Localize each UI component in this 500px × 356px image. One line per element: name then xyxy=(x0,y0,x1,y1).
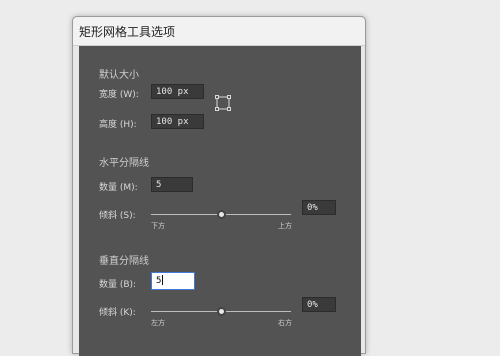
vertical-count-label: 数量 (B): xyxy=(99,280,137,290)
section-title-default-size: 默认大小 xyxy=(99,70,139,81)
title-bar[interactable]: 矩形网格工具选项 xyxy=(73,17,365,46)
dialog-window: 矩形网格工具选项 默认大小 宽度 (W): 100 px 高度 (H): 100… xyxy=(72,16,366,356)
width-field[interactable]: 100 px xyxy=(151,84,204,99)
horizontal-skew-label: 倾斜 (S): xyxy=(99,211,136,221)
vertical-count-field[interactable]: 5 xyxy=(151,272,195,290)
horizontal-skew-field[interactable]: 0% xyxy=(302,200,336,215)
window-title: 矩形网格工具选项 xyxy=(79,25,176,39)
options-panel: 默认大小 宽度 (W): 100 px 高度 (H): 100 px 水平分隔线… xyxy=(79,46,361,356)
section-title-horizontal-dividers: 水平分隔线 xyxy=(99,158,149,169)
vertical-skew-min-label: 左方 xyxy=(151,319,165,327)
height-field[interactable]: 100 px xyxy=(151,114,204,129)
section-title-vertical-dividers: 垂直分隔线 xyxy=(99,256,149,267)
horizontal-skew-min-label: 下方 xyxy=(151,222,165,230)
vertical-skew-field[interactable]: 0% xyxy=(302,297,336,312)
horizontal-skew-max-label: 上方 xyxy=(278,222,292,230)
constrain-proportions-icon[interactable] xyxy=(214,94,232,112)
horizontal-count-label: 数量 (M): xyxy=(99,183,138,193)
height-label: 高度 (H): xyxy=(99,120,137,130)
horizontal-skew-slider-knob[interactable] xyxy=(216,210,226,219)
vertical-skew-slider-knob[interactable] xyxy=(216,307,226,316)
width-label: 宽度 (W): xyxy=(99,90,139,100)
vertical-skew-max-label: 右方 xyxy=(278,319,292,327)
horizontal-count-field[interactable]: 5 xyxy=(151,177,193,192)
vertical-skew-label: 倾斜 (K): xyxy=(99,308,136,318)
